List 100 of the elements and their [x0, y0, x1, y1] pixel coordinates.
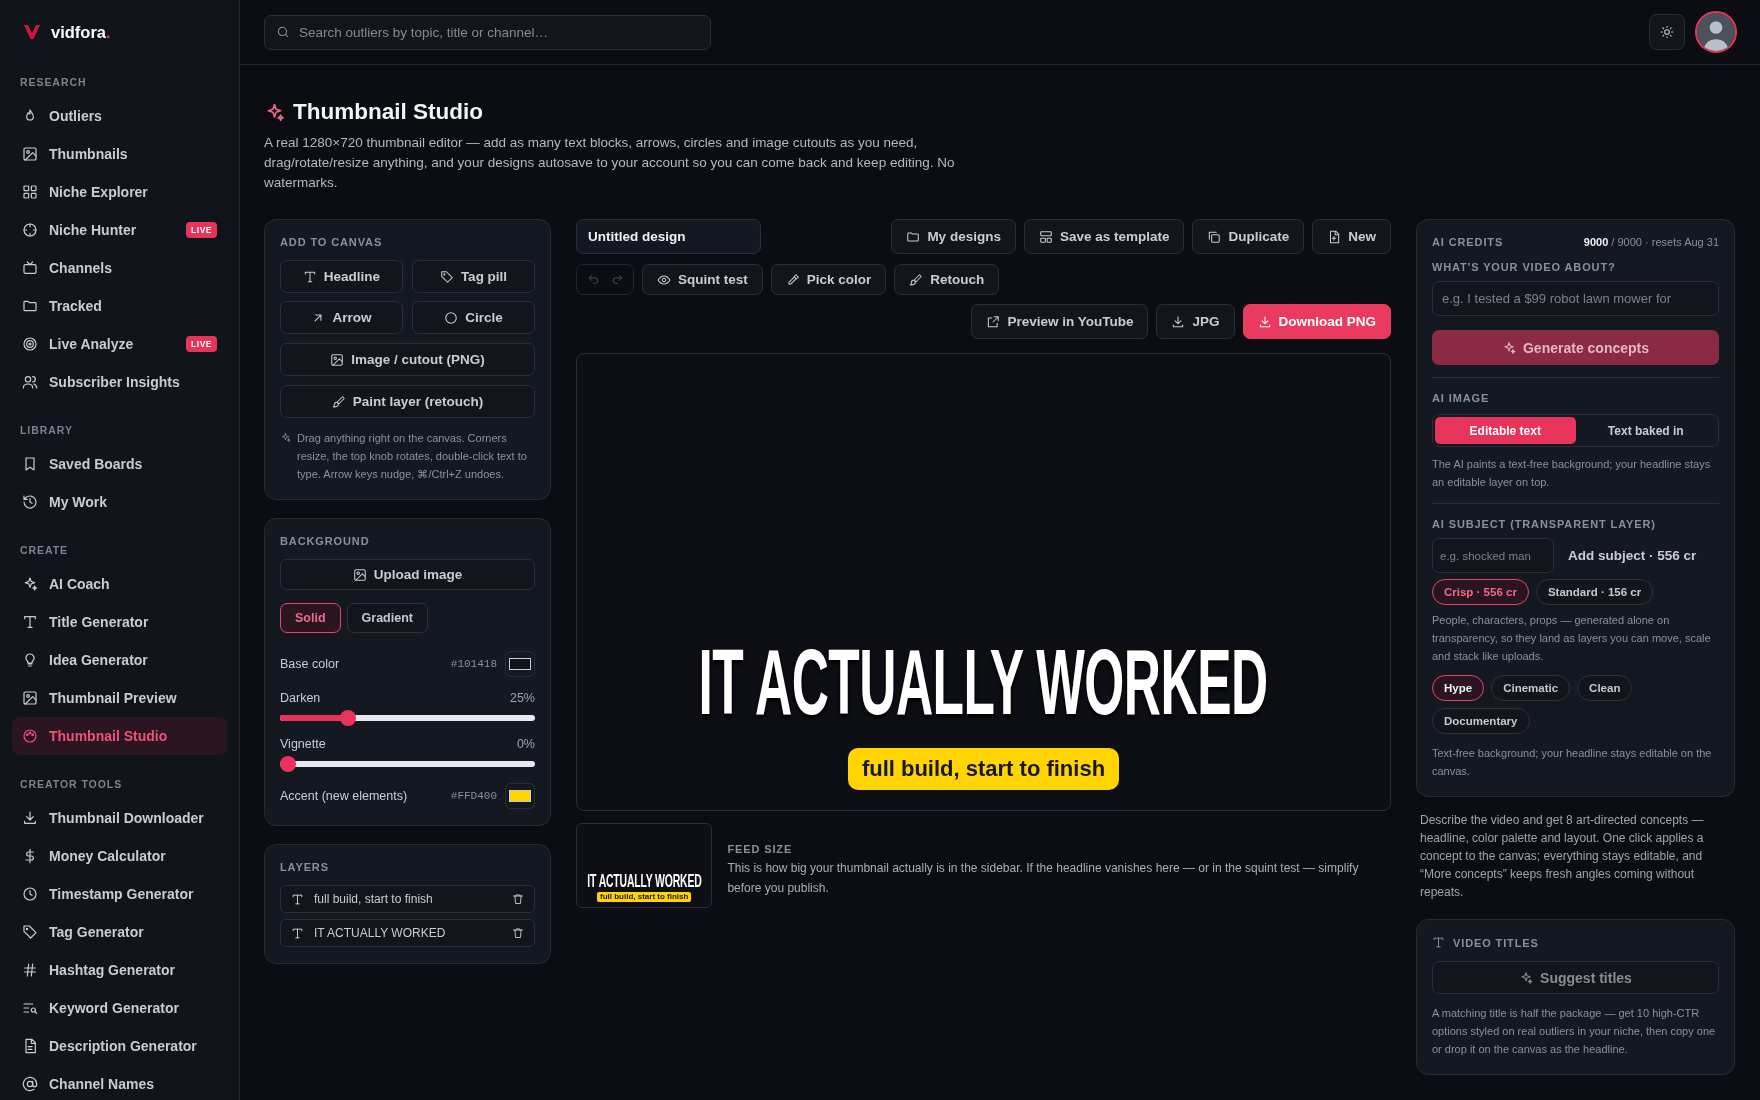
- color-swatch[interactable]: [505, 783, 535, 809]
- style-chip[interactable]: Documentary: [1432, 708, 1530, 734]
- nav-item[interactable]: My Work: [12, 483, 227, 521]
- nav-item[interactable]: Keyword Generator: [12, 989, 227, 1027]
- text-icon: [291, 892, 304, 906]
- add-button[interactable]: Tag pill: [412, 260, 535, 293]
- panel-title: AI CREDITS: [1432, 236, 1504, 248]
- live-badge: LIVE: [186, 222, 217, 238]
- nav-item[interactable]: Title Generator: [12, 603, 227, 641]
- note-text: Text-free background; your headline stays editable on the canvas.: [1432, 746, 1713, 779]
- nav-item[interactable]: Description Generator: [12, 1027, 227, 1065]
- nav-item[interactable]: Idea Generator: [12, 641, 227, 679]
- nav-item[interactable]: Outliers: [12, 97, 227, 135]
- redo-icon: [610, 273, 624, 286]
- style-chip[interactable]: Clean: [1577, 675, 1633, 701]
- slider-reading: 0%: [516, 737, 535, 751]
- slider-thumb[interactable]: [339, 710, 356, 726]
- image-icon: [352, 567, 367, 582]
- download-icon: [1171, 314, 1186, 329]
- nav-item[interactable]: Thumbnail Downloader: [12, 799, 227, 837]
- nav-item[interactable]: Thumbnail Preview: [12, 679, 227, 717]
- tool-button[interactable]: Retouch: [894, 264, 1000, 295]
- avatar[interactable]: [1695, 11, 1737, 53]
- export-button[interactable]: Download PNG: [1242, 304, 1391, 339]
- nav-item[interactable]: Subscriber Insights: [12, 363, 227, 401]
- section-heading: CREATE: [19, 543, 70, 558]
- segment-tab[interactable]: Text baked in: [1575, 417, 1716, 444]
- document-icon: [22, 1038, 38, 1054]
- nav-item[interactable]: Niche Explorer: [12, 173, 227, 211]
- file-button[interactable]: New: [1312, 219, 1391, 254]
- slider-label: Darken: [280, 691, 321, 705]
- export-button[interactable]: JPG: [1156, 304, 1235, 339]
- slider-thumb[interactable]: [280, 756, 296, 772]
- nav-item[interactable]: Hashtag Generator: [12, 951, 227, 989]
- nav-item[interactable]: Thumbnail Studio: [12, 717, 227, 755]
- add-button[interactable]: Circle: [412, 301, 535, 334]
- layer-name: full build, start to finish: [314, 892, 434, 906]
- export-button[interactable]: Preview in YouTube: [971, 304, 1149, 339]
- subject-field[interactable]: e.g. shocked man: [1432, 538, 1554, 573]
- text-icon: [22, 614, 38, 630]
- logo-icon: [24, 25, 40, 39]
- trash-icon: [512, 927, 524, 939]
- file-button[interactable]: Duplicate: [1192, 219, 1305, 254]
- nav-item[interactable]: AI Coach: [12, 565, 227, 603]
- quality-chip[interactable]: Standard · 156 cr: [1535, 579, 1654, 605]
- quality-chip[interactable]: Crisp · 556 cr: [1432, 579, 1529, 605]
- nav-item[interactable]: Tracked: [12, 287, 227, 325]
- segment-tab[interactable]: Editable text: [1435, 417, 1576, 444]
- nav-item[interactable]: Money Calculator: [12, 837, 227, 875]
- bookmark-icon: [22, 456, 38, 472]
- credits-value: 9000 / 9000 · resets Aug 31: [1583, 236, 1719, 248]
- tool-button[interactable]: Squint test: [642, 264, 763, 295]
- add-button[interactable]: Image / cutout (PNG): [280, 343, 535, 376]
- sun-icon: [1660, 25, 1674, 39]
- search-field[interactable]: Search outliers by topic, title or channel…: [264, 14, 711, 50]
- nav-item[interactable]: Channel Names: [12, 1065, 227, 1100]
- layer-row[interactable]: IT ACTUALLY WORKED: [280, 919, 535, 947]
- nav-item[interactable]: Thumbnails: [12, 135, 227, 173]
- section-heading: LIBRARY: [19, 423, 74, 438]
- upload-button[interactable]: Upload image: [280, 559, 535, 590]
- add-subject-button[interactable]: Add subject · 556 cr: [1568, 548, 1697, 563]
- pipette-icon: [785, 272, 800, 287]
- mode-toggle[interactable]: Gradient: [346, 603, 428, 633]
- design-name-field[interactable]: Untitled design: [576, 219, 761, 254]
- video-topic-field[interactable]: e.g. I tested a $99 robot lawn mower for: [1432, 281, 1719, 316]
- folder-icon: [906, 229, 921, 244]
- style-chip[interactable]: Cinematic: [1491, 675, 1571, 701]
- page-description: A real 1280×720 thumbnail editor — add as many text blocks, arrows, circles and image cutouts as you need, drag/rotate/resize anything, and your designs autosave to your account so you can come back and keep editing. No watermarks.: [264, 134, 956, 192]
- nav-item[interactable]: Live Analyze LIVE: [12, 325, 227, 363]
- canvas-headline[interactable]: IT ACTUALLY WORKED: [699, 636, 1268, 728]
- add-button[interactable]: Arrow: [280, 301, 403, 334]
- color-swatch[interactable]: [505, 651, 535, 677]
- external-link-icon: [986, 314, 1001, 329]
- feed-description: This is how big your thumbnail actually is in the sidebar. If the headline vanishes here — or in the squint test — simplify before you publish.: [727, 860, 1360, 897]
- canvas-tag-pill[interactable]: full build, start to finish: [847, 748, 1120, 790]
- add-button[interactable]: Paint layer (retouch): [280, 385, 535, 418]
- list-search-icon: [22, 1000, 38, 1016]
- section-title: FEED SIZE: [727, 843, 794, 855]
- nav-item[interactable]: Timestamp Generator: [12, 875, 227, 913]
- theme-toggle[interactable]: [1649, 14, 1685, 50]
- nav-item[interactable]: Tag Generator: [12, 913, 227, 951]
- tool-button[interactable]: Pick color: [770, 264, 887, 295]
- style-chip[interactable]: Hype: [1432, 675, 1485, 701]
- color-value: #FFD400: [450, 790, 497, 802]
- nav-item[interactable]: Channels: [12, 249, 227, 287]
- field-label: Accent (new elements): [280, 789, 408, 803]
- trash-icon: [512, 893, 524, 905]
- thumbnail-canvas[interactable]: IT ACTUALLY WORKED full build, start to finish: [576, 353, 1391, 811]
- mode-toggle[interactable]: Solid: [280, 603, 341, 633]
- file-button[interactable]: My designs: [891, 219, 1016, 254]
- file-button[interactable]: Save as template: [1023, 219, 1185, 254]
- layer-row[interactable]: full build, start to finish: [280, 885, 535, 913]
- nav-item[interactable]: Saved Boards: [12, 445, 227, 483]
- sparkles-icon: [22, 576, 38, 592]
- nav-item[interactable]: Niche Hunter LIVE: [12, 211, 227, 249]
- search-icon: [276, 24, 290, 39]
- brand-name: vidfora.: [51, 22, 111, 42]
- slider-reading: 25%: [509, 691, 535, 705]
- circle-icon: [444, 310, 459, 325]
- add-button[interactable]: Headline: [280, 260, 403, 293]
